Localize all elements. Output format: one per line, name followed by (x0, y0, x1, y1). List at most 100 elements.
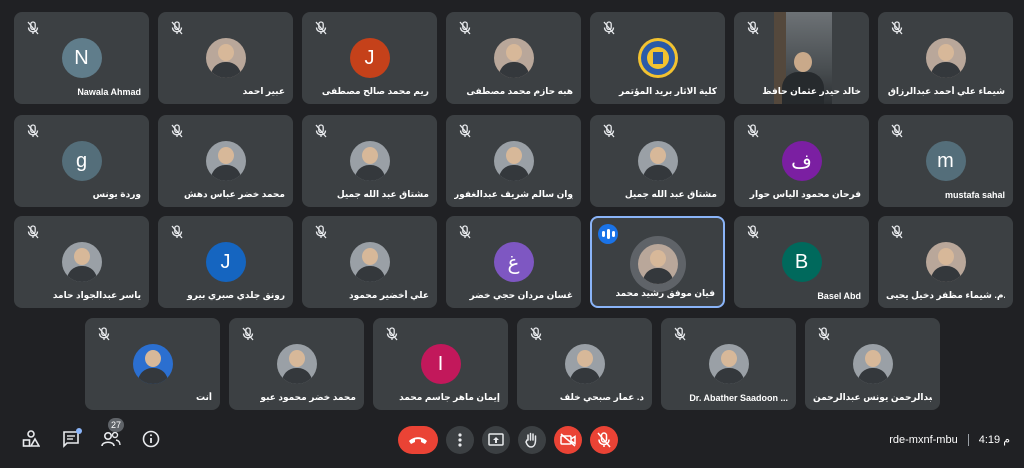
participant-tile[interactable]: مروان سالم شريف عبدالغفور (446, 115, 581, 207)
participant-tile[interactable]: N Nawala Ahmad (14, 12, 149, 104)
participant-tile[interactable]: I إيمان ماهر جاسم محمد (373, 318, 508, 410)
meeting-info: rde-mxnf-mbu 4:19 م (889, 433, 1010, 446)
avatar-photo (205, 38, 246, 78)
mic-off-icon (597, 432, 611, 448)
bottom-left-actions: 27 (20, 418, 162, 450)
participant-name: Basel Abd (817, 291, 861, 301)
mic-off-icon (459, 21, 473, 35)
mic-off-icon (747, 225, 761, 239)
avatar-photo (852, 344, 893, 384)
present-now-button[interactable] (482, 426, 510, 454)
mic-off-icon (891, 21, 905, 35)
more-options-button[interactable] (446, 426, 474, 454)
participant-tile[interactable]: هبه حازم محمد مصطفى (446, 12, 581, 104)
participant-name: م.م. شيماء مظفر دخيل يحيى (886, 290, 1005, 300)
participant-name: Nawala Ahmad (77, 87, 141, 97)
mic-off-icon (171, 225, 185, 239)
info-icon[interactable] (140, 428, 162, 450)
divider (967, 433, 969, 446)
mic-off-icon (818, 327, 832, 341)
participant-tile[interactable]: غ غسان مردان حجي خضر (446, 216, 581, 308)
mic-toggle-button[interactable] (590, 426, 618, 454)
participant-name: إيمان ماهر جاسم محمد (399, 392, 500, 402)
more-vert-icon (458, 433, 462, 447)
participant-tile[interactable]: مشتاق عبد الله جميل (590, 115, 725, 207)
chat-notification-dot (76, 428, 82, 434)
participant-name: mustafa sahal (944, 190, 1005, 200)
participant-tile[interactable]: Dr. Abather Saadoon ... (661, 318, 796, 410)
participant-name: محمد خضر عباس دهش (184, 189, 285, 199)
participant-tile[interactable]: محمد خضر عباس دهش (158, 115, 293, 207)
meeting-time: 4:19 م (978, 434, 1010, 446)
mic-off-icon (891, 124, 905, 138)
avatar-photo (925, 38, 966, 78)
participant-name: عبدالرحمن يونس عبدالرحمن (813, 392, 932, 402)
avatar-photo (564, 344, 605, 384)
participant-name: محمد خضر محمود عبو (260, 392, 356, 402)
participant-tile[interactable]: عبدالرحمن يونس عبدالرحمن (805, 318, 940, 410)
participant-name: Dr. Abather Saadoon ... (689, 393, 788, 403)
participant-tile[interactable]: ف فرحان محمود الياس حوار (734, 115, 869, 207)
participant-tile[interactable]: خالد حيدر عثمان حافظ (734, 12, 869, 104)
avatar-photo (349, 141, 390, 181)
participant-tile[interactable]: J ريم محمد صالح مصطفى (302, 12, 437, 104)
avatar-photo (349, 242, 390, 282)
participant-tile[interactable]: علي أخضير محمود (302, 216, 437, 308)
present-screen-icon (488, 433, 504, 446)
mic-off-icon (171, 124, 185, 138)
mic-off-icon (530, 327, 544, 341)
participant-tile[interactable]: g وردة يونس (14, 115, 149, 207)
avatar-initial: m (925, 141, 966, 181)
avatar-initial: غ (493, 242, 534, 282)
raise-hand-icon (525, 432, 537, 448)
avatar-photo (637, 244, 678, 284)
activities-icon[interactable] (20, 428, 42, 450)
participant-tile[interactable]: م.م. شيماء مظفر دخيل يحيى (878, 216, 1013, 308)
participant-tile[interactable]: m mustafa sahal (878, 115, 1013, 207)
avatar-photo (205, 141, 246, 181)
participant-name: وردة يونس (92, 189, 141, 199)
participant-tile[interactable]: أنت (85, 318, 220, 410)
participant-name: فيان موفق رشيد محمد (615, 288, 715, 298)
avatar-initial: J (349, 38, 390, 78)
participant-tile[interactable]: ياسر عبدالجواد حامد (14, 216, 149, 308)
participant-tile[interactable]: د. عمار صبحي خلف (517, 318, 652, 410)
mic-off-icon (98, 327, 112, 341)
mic-off-icon (459, 124, 473, 138)
camera-toggle-button[interactable] (554, 426, 582, 454)
participant-name: كلية الاثار بريد المؤتمر (619, 86, 717, 96)
participant-tile[interactable]: B Basel Abd (734, 216, 869, 308)
raise-hand-button[interactable] (518, 426, 546, 454)
participant-tile[interactable]: شيماء علي أحمد عبدالرزاق (878, 12, 1013, 104)
avatar-initial: I (420, 344, 461, 384)
participant-tile[interactable]: عبير احمد (158, 12, 293, 104)
mic-off-icon (171, 21, 185, 35)
participant-name: رونق جلدي صبري بيرو (187, 290, 285, 300)
participant-tile[interactable]: فيان موفق رشيد محمد (590, 216, 725, 308)
avatar-photo (493, 141, 534, 181)
people-icon[interactable]: 27 (100, 418, 124, 450)
avatar-photo (925, 242, 966, 282)
avatar-initial: B (781, 242, 822, 282)
participant-tile[interactable]: مشتاق عبد الله جميل (302, 115, 437, 207)
phone-hangup-icon (409, 437, 427, 444)
mic-off-icon (747, 21, 761, 35)
mic-off-icon (459, 225, 473, 239)
mic-off-icon (386, 327, 400, 341)
participant-tile[interactable]: محمد خضر محمود عبو (229, 318, 364, 410)
participant-name: مشتاق عبد الله جميل (336, 189, 429, 199)
avatar-photo (493, 38, 534, 78)
chat-icon[interactable] (60, 428, 82, 450)
participant-name: شيماء علي أحمد عبدالرزاق (887, 86, 1005, 96)
call-controls (398, 426, 618, 454)
mic-off-icon (315, 124, 329, 138)
participant-tile[interactable]: J رونق جلدي صبري بيرو (158, 216, 293, 308)
participant-name: مروان سالم شريف عبدالغفور (454, 189, 573, 199)
participant-name: ياسر عبدالجواد حامد (52, 290, 141, 300)
avatar-initial: g (61, 141, 102, 181)
mic-off-icon (315, 225, 329, 239)
participant-tile[interactable]: كلية الاثار بريد المؤتمر (590, 12, 725, 104)
mic-off-icon (674, 327, 688, 341)
leave-call-button[interactable] (398, 426, 438, 454)
participant-name: خالد حيدر عثمان حافظ (762, 86, 861, 96)
